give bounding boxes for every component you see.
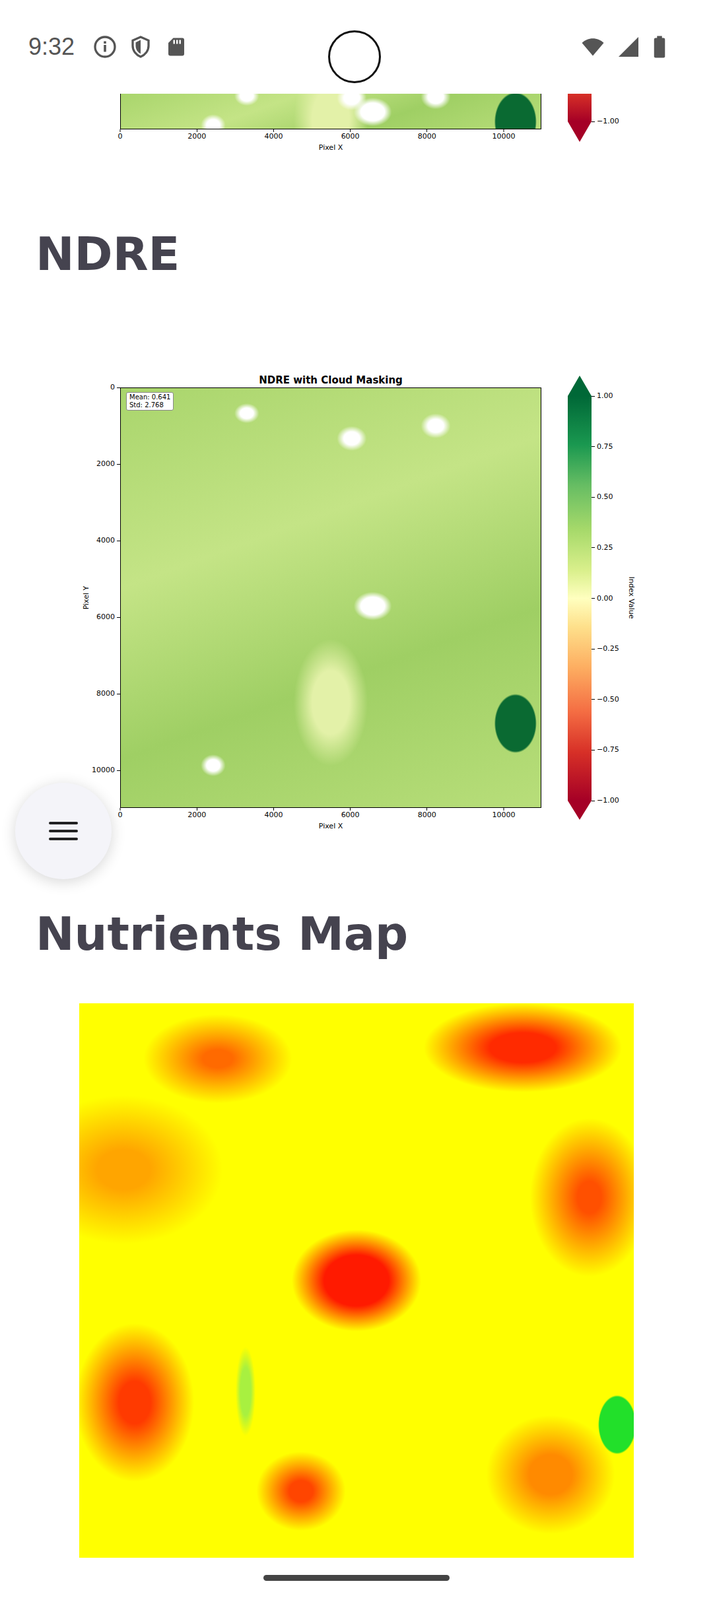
colorbar-tick: −0.25 [591, 644, 620, 654]
colorbar-tick: −1.00 [591, 796, 620, 806]
hamburger-icon [47, 819, 80, 844]
x-tick: 0 [118, 808, 123, 820]
app-screen: 9:320200040006000800010000Pixel X−1.00ND… [0, 0, 713, 1600]
x-tick: 6000 [341, 129, 360, 142]
colorbar-tick: 1.00 [591, 391, 614, 401]
y-tick: 6000 [96, 612, 121, 622]
section-heading: NDRE [0, 224, 713, 284]
battery-icon [652, 34, 667, 59]
colorbar-tick: −1.00 [591, 116, 620, 127]
ndre-chart: NDRE with Cloud Masking Pixel Y 0 2000 4000 6… [79, 373, 713, 834]
wifi-icon [580, 34, 605, 59]
colorbar-tick: −0.75 [591, 745, 620, 755]
status-time: 9:32 [28, 33, 75, 61]
y-tick: 10000 [91, 765, 121, 776]
x-tick: 0 [118, 129, 123, 142]
x-tick: 6000 [341, 808, 360, 820]
ndre-plot: Mean: 0.641Std: 2.768 [120, 387, 542, 809]
chart-title: NDRE with Cloud Masking [120, 373, 542, 388]
previous-chart-plot [120, 93, 542, 130]
colorbar-max-extension [567, 375, 592, 397]
shield-icon [128, 34, 153, 59]
stats-box: Mean: 0.641Std: 2.768 [126, 392, 174, 411]
colorbar [567, 93, 592, 155]
x-axis-label: Pixel X [120, 141, 542, 155]
colorbar-min-extension [567, 800, 592, 820]
y-axis-label: Pixel Y [79, 387, 94, 809]
colorbar-ticks: −1.00 [591, 93, 625, 122]
x-tick: 10000 [492, 129, 516, 142]
colorbar-body [567, 396, 592, 801]
camera-cutout [328, 30, 381, 84]
section-heading: Nutrients Map [0, 904, 713, 964]
x-tick: 10000 [492, 808, 516, 820]
sd-card-icon [164, 34, 189, 59]
x-tick: 2000 [187, 808, 206, 820]
home-indicator[interactable] [263, 1575, 450, 1582]
colorbar [567, 375, 592, 820]
x-axis-label: Pixel X [120, 819, 542, 834]
colorbar-body [567, 93, 592, 122]
colorbar-ticks: 1.000.750.500.250.00−0.25−0.50−0.75−1.00 [591, 396, 625, 801]
x-axis-ticks: 0 2000 4000 6000 8000 10000 [120, 129, 542, 142]
info-icon [93, 34, 117, 59]
nutrients-map-image [79, 1003, 634, 1559]
y-tick: 8000 [96, 689, 121, 699]
menu-button[interactable] [15, 782, 112, 880]
y-axis-ticks: 0200040006000800010000 [93, 387, 121, 809]
y-tick: 2000 [96, 459, 121, 469]
y-tick: 4000 [96, 536, 121, 546]
x-tick: 2000 [187, 129, 206, 142]
x-tick: 4000 [264, 808, 283, 820]
colorbar-min-extension [567, 121, 592, 142]
stat-line: Mean: 0.641 [129, 393, 171, 402]
previous-chart: 0 2000 4000 6000 8000 10000Pixel X −1.00 [79, 93, 713, 155]
colorbar-tick: 0.00 [591, 594, 614, 604]
signal-icon [616, 34, 641, 59]
x-tick: 8000 [417, 129, 437, 142]
colorbar-tick: 0.75 [591, 442, 614, 452]
x-tick: 4000 [264, 129, 283, 142]
stat-line: Std: 2.768 [129, 401, 171, 410]
colorbar-tick: 0.50 [591, 492, 614, 502]
colorbar-tick: −0.50 [591, 695, 620, 705]
x-axis-ticks: 0 2000 4000 6000 8000 10000 [120, 808, 542, 820]
x-tick: 8000 [417, 808, 437, 820]
colorbar-tick: 0.25 [591, 543, 614, 553]
y-tick: 0 [110, 382, 121, 393]
colorbar-label: Index Value [624, 387, 638, 809]
